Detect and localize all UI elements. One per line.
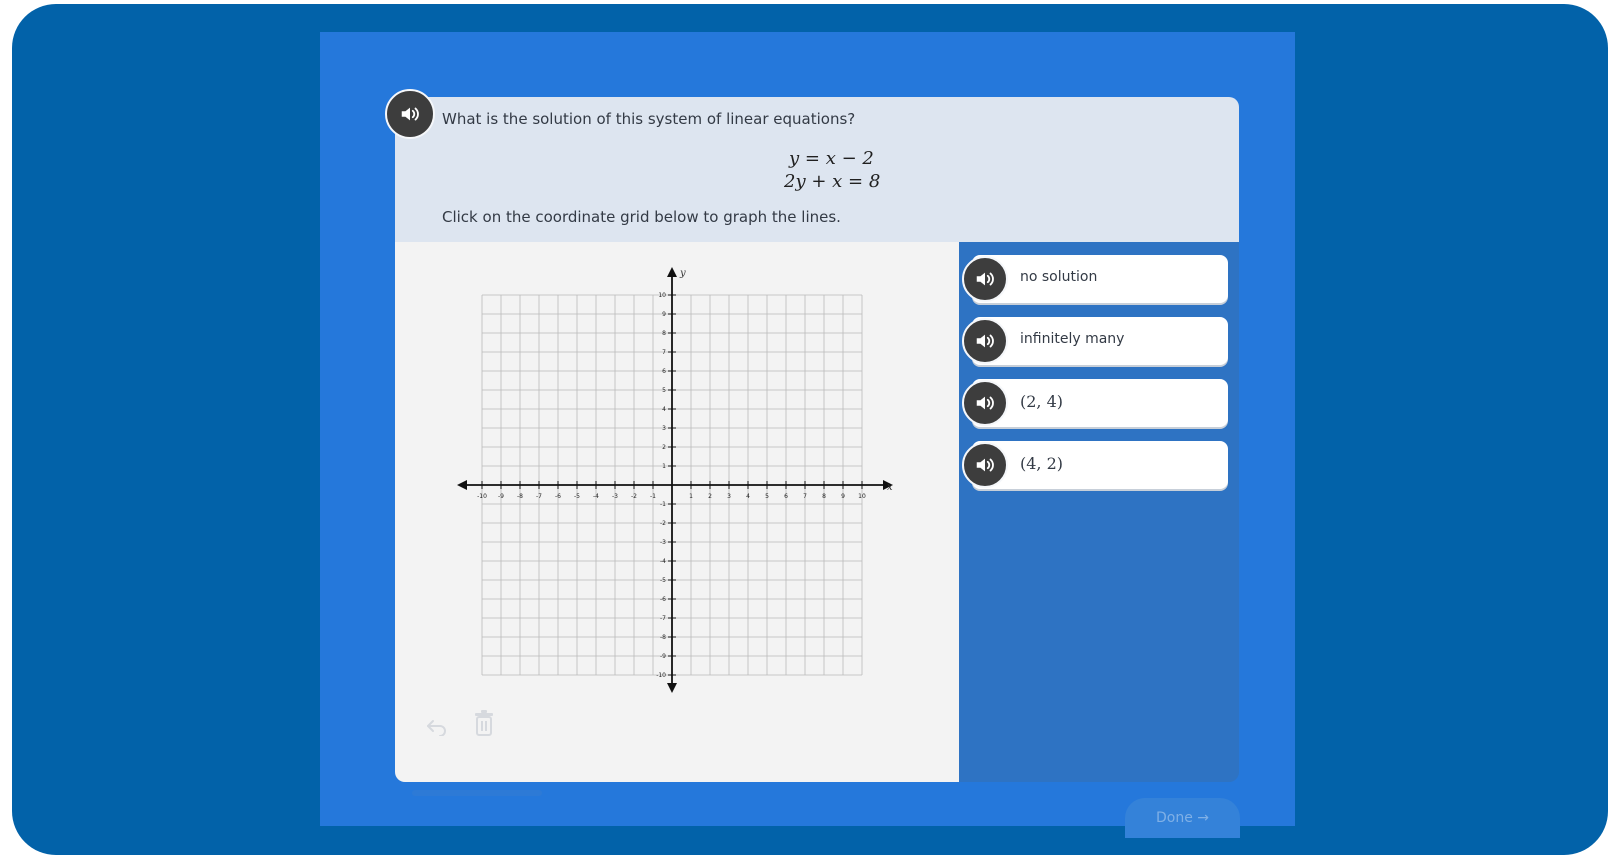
y-tick-label: -3 bbox=[660, 539, 666, 546]
choice-label: no solution bbox=[1020, 269, 1098, 285]
speaker-icon bbox=[976, 272, 994, 286]
choice-speaker-button[interactable] bbox=[962, 380, 1008, 426]
x-tick-label: 6 bbox=[784, 493, 788, 500]
x-axis-arrow-left bbox=[457, 480, 467, 490]
y-axis-arrow-up bbox=[667, 267, 677, 277]
x-tick-label: 5 bbox=[765, 493, 769, 500]
x-tick-label: -5 bbox=[574, 493, 580, 500]
x-tick-label: -10 bbox=[477, 493, 487, 500]
question-prompt: What is the solution of this system of l… bbox=[442, 110, 856, 128]
equation-1: y = x − 2 bbox=[789, 148, 874, 169]
y-tick-label: 3 bbox=[662, 425, 666, 432]
y-tick-label: -1 bbox=[660, 501, 666, 508]
x-tick-label: 10 bbox=[858, 493, 866, 500]
y-axis-label: y bbox=[679, 268, 686, 279]
trash-icon[interactable] bbox=[475, 710, 493, 736]
x-tick-label: -6 bbox=[555, 493, 561, 500]
x-tick-label: 9 bbox=[841, 493, 845, 500]
x-axis-label: x bbox=[887, 482, 893, 493]
x-tick-label: -3 bbox=[612, 493, 618, 500]
choice-no-solution[interactable]: no solution bbox=[962, 255, 1228, 303]
y-tick-label: 6 bbox=[662, 368, 666, 375]
axes bbox=[457, 267, 893, 693]
done-button[interactable]: Done → bbox=[1125, 798, 1240, 838]
y-tick-label: -7 bbox=[660, 615, 666, 622]
speaker-icon bbox=[976, 396, 994, 410]
y-tick-label: 10 bbox=[658, 292, 666, 299]
y-tick-label: 9 bbox=[662, 311, 666, 318]
x-tick-label: -4 bbox=[593, 493, 599, 500]
equation-2: 2y + x = 8 bbox=[784, 171, 881, 192]
x-tick-label: -8 bbox=[517, 493, 523, 500]
y-tick-label: -8 bbox=[660, 634, 666, 641]
y-tick-label: 1 bbox=[662, 463, 666, 470]
x-tick-label: 3 bbox=[727, 493, 731, 500]
y-tick-label: 5 bbox=[662, 387, 666, 394]
y-tick-label: 8 bbox=[662, 330, 666, 337]
choice-label: (4, 2) bbox=[1020, 454, 1064, 473]
y-tick-label: 2 bbox=[662, 444, 666, 451]
x-tick-label: 8 bbox=[822, 493, 826, 500]
y-tick-label: 4 bbox=[662, 406, 666, 413]
y-tick-label: 7 bbox=[662, 349, 666, 356]
speaker-icon bbox=[976, 458, 994, 472]
x-tick-label: 1 bbox=[689, 493, 693, 500]
graph-instruction: Click on the coordinate grid below to gr… bbox=[442, 208, 841, 226]
choice-label: (2, 4) bbox=[1020, 392, 1064, 411]
x-tick-label: -2 bbox=[631, 493, 637, 500]
question-speaker-button[interactable] bbox=[385, 89, 435, 139]
y-tick-label: -10 bbox=[656, 672, 666, 679]
y-tick-label: -9 bbox=[660, 653, 666, 660]
speaker-icon bbox=[976, 334, 994, 348]
choice-speaker-button[interactable] bbox=[962, 442, 1008, 488]
choice-infinitely-many[interactable]: infinitely many bbox=[962, 317, 1228, 365]
x-tick-label: 4 bbox=[746, 493, 750, 500]
speaker-icon bbox=[401, 107, 419, 121]
choice-point-4-2[interactable]: (4, 2) bbox=[962, 441, 1228, 489]
x-tick-label: -7 bbox=[536, 493, 542, 500]
choice-point-2-4[interactable]: (2, 4) bbox=[962, 379, 1228, 427]
y-tick-label: -2 bbox=[660, 520, 666, 527]
x-tick-label: 7 bbox=[803, 493, 807, 500]
x-tick-label: 2 bbox=[708, 493, 712, 500]
y-tick-label: -6 bbox=[660, 596, 666, 603]
choice-speaker-button[interactable] bbox=[962, 256, 1008, 302]
y-tick-label: -5 bbox=[660, 577, 666, 584]
undo-icon[interactable] bbox=[426, 718, 448, 736]
divider bbox=[412, 790, 542, 796]
y-tick-label: -4 bbox=[660, 558, 666, 565]
choice-label: infinitely many bbox=[1020, 331, 1125, 347]
choice-speaker-button[interactable] bbox=[962, 318, 1008, 364]
x-tick-label: -1 bbox=[650, 493, 656, 500]
x-tick-label: -9 bbox=[498, 493, 504, 500]
y-axis-arrow-down bbox=[667, 683, 677, 693]
coordinate-grid[interactable]: -10 -10 -9 -9 -8 -8 -7 -7 -6 -6 -5 -5 -4 -4 -3 -3 -2 -2 -1… bbox=[455, 265, 895, 695]
